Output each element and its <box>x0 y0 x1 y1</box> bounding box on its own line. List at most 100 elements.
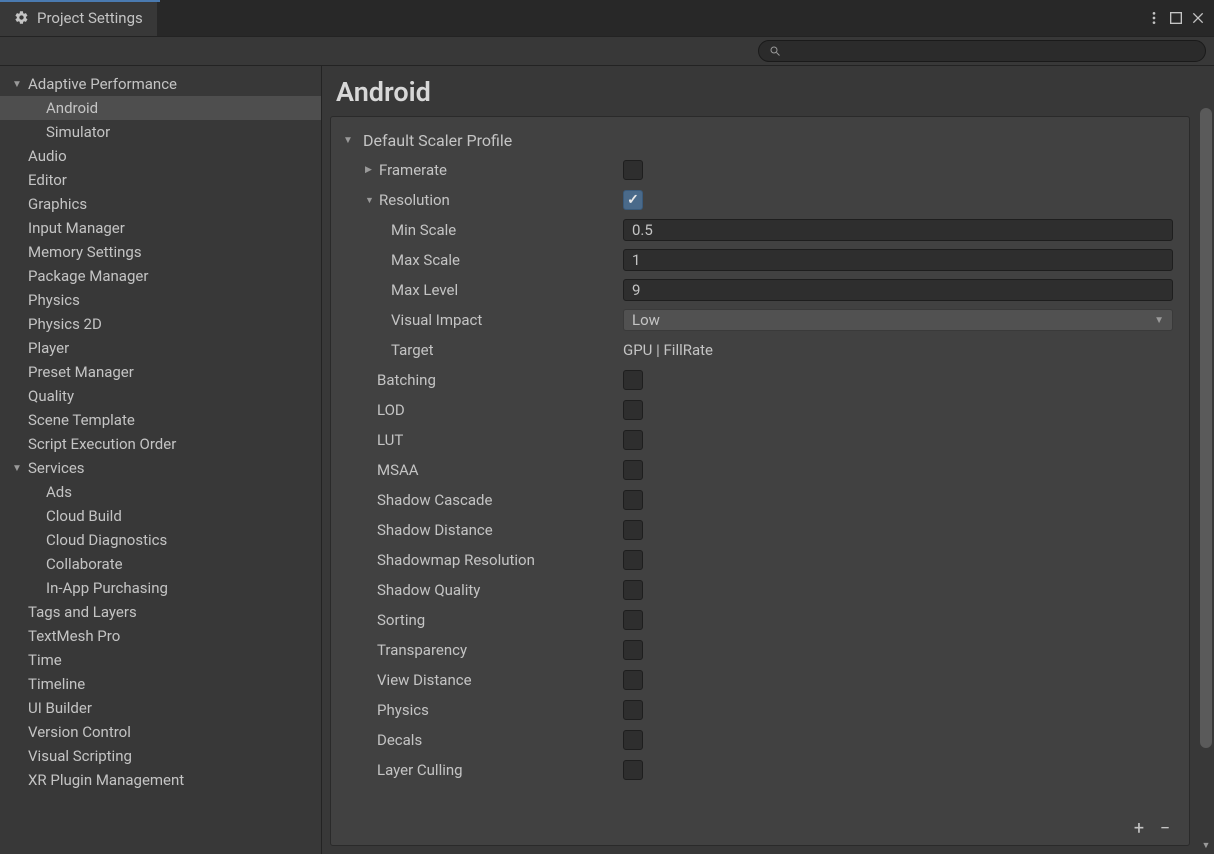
maximize-icon[interactable] <box>1168 10 1184 26</box>
scaler-label: LUT <box>377 431 623 449</box>
sidebar-item-package-manager[interactable]: Package Manager <box>0 264 321 288</box>
remove-button[interactable]: − <box>1153 817 1177 839</box>
scaler-checkbox-shadowmap-resolution[interactable] <box>623 550 643 570</box>
scaler-label: LOD <box>377 401 623 419</box>
sidebar-item-physics-2d[interactable]: Physics 2D <box>0 312 321 336</box>
settings-sidebar: Adaptive Performance Android Simulator Audi… <box>0 66 322 854</box>
scaler-label: Layer Culling <box>377 761 623 779</box>
sidebar-item-label: Scene Template <box>28 411 135 429</box>
chevron-down-icon <box>343 135 357 146</box>
sidebar-item-label: Memory Settings <box>28 243 142 261</box>
sidebar-item-memory-settings[interactable]: Memory Settings <box>0 240 321 264</box>
sidebar-item-label: Script Execution Order <box>28 435 176 453</box>
sidebar-item-collaborate[interactable]: Collaborate <box>0 552 321 576</box>
sidebar-item-in-app-purchasing[interactable]: In-App Purchasing <box>0 576 321 600</box>
scaler-checkbox-shadow-cascade[interactable] <box>623 490 643 510</box>
sidebar-item-time[interactable]: Time <box>0 648 321 672</box>
sidebar-item-timeline[interactable]: Timeline <box>0 672 321 696</box>
max-scale-label: Max Scale <box>391 251 623 269</box>
content-scrollbar[interactable]: ▲ ▼ <box>1198 108 1214 854</box>
chevron-right-icon[interactable] <box>365 165 379 175</box>
sidebar-item-xr-plugin-management[interactable]: XR Plugin Management <box>0 768 321 792</box>
sidebar-item-cloud-build[interactable]: Cloud Build <box>0 504 321 528</box>
sidebar-item-physics[interactable]: Physics <box>0 288 321 312</box>
sidebar-item-input-manager[interactable]: Input Manager <box>0 216 321 240</box>
sidebar-item-android[interactable]: Android <box>0 96 321 120</box>
sidebar-item-label: Version Control <box>28 723 131 741</box>
framerate-checkbox[interactable] <box>623 160 643 180</box>
sidebar-item-visual-scripting[interactable]: Visual Scripting <box>0 744 321 768</box>
sidebar-item-label: Ads <box>46 483 72 501</box>
chevron-down-icon: ▼ <box>1154 315 1164 326</box>
scaler-row-shadow-quality: Shadow Quality <box>343 575 1177 605</box>
sidebar-item-audio[interactable]: Audio <box>0 144 321 168</box>
sidebar-item-scene-template[interactable]: Scene Template <box>0 408 321 432</box>
resolution-checkbox[interactable] <box>623 190 643 210</box>
chevron-down-icon[interactable] <box>365 195 379 206</box>
active-tab-accent <box>0 0 160 2</box>
sidebar-item-label: Tags and Layers <box>28 603 137 621</box>
visual-impact-row: Visual Impact Low ▼ <box>343 305 1177 335</box>
scaler-row-layer-culling: Layer Culling <box>343 755 1177 785</box>
max-level-row: Max Level <box>343 275 1177 305</box>
window-title: Project Settings <box>37 9 143 27</box>
scaler-checkbox-transparency[interactable] <box>623 640 643 660</box>
scaler-checkbox-shadow-distance[interactable] <box>623 520 643 540</box>
sidebar-item-simulator[interactable]: Simulator <box>0 120 321 144</box>
sidebar-item-label: Preset Manager <box>28 363 134 381</box>
scaler-checkbox-lut[interactable] <box>623 430 643 450</box>
sidebar-item-ui-builder[interactable]: UI Builder <box>0 696 321 720</box>
sidebar-item-services[interactable]: Services <box>0 456 321 480</box>
max-level-input[interactable] <box>623 279 1173 301</box>
sidebar-item-player[interactable]: Player <box>0 336 321 360</box>
scroll-down-icon[interactable]: ▼ <box>1198 840 1214 854</box>
sidebar-item-label: XR Plugin Management <box>28 771 184 789</box>
sidebar-item-adaptive-performance[interactable]: Adaptive Performance <box>0 72 321 96</box>
sidebar-item-label: UI Builder <box>28 699 92 717</box>
visual-impact-dropdown[interactable]: Low ▼ <box>623 309 1173 331</box>
scaler-row-shadow-distance: Shadow Distance <box>343 515 1177 545</box>
scaler-checkbox-view-distance[interactable] <box>623 670 643 690</box>
sidebar-item-version-control[interactable]: Version Control <box>0 720 321 744</box>
scaler-checkbox-msaa[interactable] <box>623 460 643 480</box>
max-scale-input[interactable] <box>623 249 1173 271</box>
scaler-row-lod: LOD <box>343 395 1177 425</box>
sidebar-item-label: Cloud Diagnostics <box>46 531 167 549</box>
scrollbar-thumb[interactable] <box>1200 108 1212 748</box>
sidebar-item-label: Simulator <box>46 123 110 141</box>
scaler-checkbox-decals[interactable] <box>623 730 643 750</box>
scaler-label: MSAA <box>377 461 623 479</box>
sidebar-item-textmesh-pro[interactable]: TextMesh Pro <box>0 624 321 648</box>
sidebar-item-label: Android <box>46 99 98 117</box>
scaler-checkbox-lod[interactable] <box>623 400 643 420</box>
scaler-checkbox-shadow-quality[interactable] <box>623 580 643 600</box>
search-input[interactable] <box>758 40 1206 62</box>
target-row: Target GPU | FillRate <box>343 335 1177 365</box>
scaler-checkbox-physics[interactable] <box>623 700 643 720</box>
sidebar-item-script-execution-order[interactable]: Script Execution Order <box>0 432 321 456</box>
titlebar-right <box>157 0 1214 36</box>
max-scale-row: Max Scale <box>343 245 1177 275</box>
window-tab[interactable]: Project Settings <box>0 0 157 36</box>
sidebar-item-graphics[interactable]: Graphics <box>0 192 321 216</box>
sidebar-item-ads[interactable]: Ads <box>0 480 321 504</box>
sidebar-item-quality[interactable]: Quality <box>0 384 321 408</box>
resolution-label: Resolution <box>379 191 623 209</box>
close-icon[interactable] <box>1190 10 1206 26</box>
min-scale-input[interactable] <box>623 219 1173 241</box>
resolution-row: Resolution <box>343 185 1177 215</box>
profile-header[interactable]: Default Scaler Profile <box>343 125 1177 155</box>
sidebar-item-preset-manager[interactable]: Preset Manager <box>0 360 321 384</box>
sidebar-item-label: Visual Scripting <box>28 747 132 765</box>
sidebar-item-cloud-diagnostics[interactable]: Cloud Diagnostics <box>0 528 321 552</box>
sidebar-item-editor[interactable]: Editor <box>0 168 321 192</box>
scaler-row-msaa: MSAA <box>343 455 1177 485</box>
scaler-checkbox-layer-culling[interactable] <box>623 760 643 780</box>
scaler-checkbox-sorting[interactable] <box>623 610 643 630</box>
scaler-checkbox-batching[interactable] <box>623 370 643 390</box>
kebab-menu-icon[interactable] <box>1146 10 1162 26</box>
sidebar-item-label: Input Manager <box>28 219 125 237</box>
sidebar-item-tags-and-layers[interactable]: Tags and Layers <box>0 600 321 624</box>
add-button[interactable]: + <box>1127 817 1151 839</box>
titlebar: Project Settings <box>0 0 1214 36</box>
